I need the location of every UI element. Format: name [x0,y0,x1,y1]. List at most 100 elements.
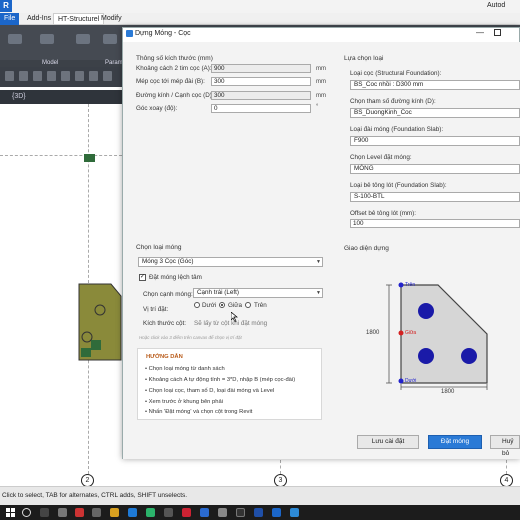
unit-label: mm [316,66,326,72]
tool-icon[interactable] [33,71,42,81]
rotation-input[interactable]: 0 [211,104,311,113]
tool-icon[interactable] [19,71,28,81]
tool-icon[interactable] [103,71,112,81]
app-icon[interactable] [128,508,137,517]
place-foundation-button[interactable]: Đặt móng [428,435,482,449]
lean-concrete-select[interactable]: S-100-BTL [350,192,520,202]
pile-type-select[interactable]: BS_Coc nhồi : D300 mm [350,80,520,90]
edge-b-input[interactable]: 300 [211,77,311,86]
radio-middle[interactable] [219,302,225,308]
diameter-d-input[interactable]: 300 [211,91,311,100]
save-settings-button[interactable]: Lưu cài đặt [357,435,419,449]
search-icon[interactable] [22,508,31,517]
param-label: Đường kính / Cạnh cọc (D): [136,92,214,99]
select-section-title: Lựa chọn loại [344,55,384,62]
dialog-title: Dựng Móng - Cọc [135,30,191,37]
slab-type-select[interactable]: F900 [350,136,520,146]
canvas-hint: Hoặc click vào 3 điểm trên canvas để chọ… [139,335,242,340]
menu-modify[interactable]: Modify [97,13,126,25]
dim-bottom-label: 1800 [441,389,455,395]
cancel-button[interactable]: Huỷ bỏ [490,435,520,457]
tool-icon[interactable] [75,71,84,81]
field-label: Loại bê tông lót (Foundation Slab): [350,182,447,189]
radio-top-label: Trên [254,302,267,309]
column-element[interactable] [84,154,95,162]
app-icon[interactable] [200,508,209,517]
grid-line [506,460,507,474]
revit-logo[interactable]: R [0,0,12,12]
foundation-section-title: Chọn loại móng [136,244,182,251]
app-icon[interactable] [290,508,299,517]
panel-model-label: Model [42,60,59,66]
guide-item: • Chọn loại cọc, tham số D, loại đài món… [145,388,275,394]
grid-line [280,460,281,474]
chevron-down-icon[interactable]: ▼ [316,290,321,296]
column-size-label: Kích thước cột: [143,320,186,327]
guide-item: • Chọn loại móng từ danh sách [145,366,225,372]
tool-icon[interactable] [89,71,98,81]
field-label: Loại đài móng (Foundation Slab): [350,126,444,133]
ribbon-tool-icon[interactable] [40,34,54,44]
maximize-icon[interactable] [494,29,501,36]
guide-title: HƯỚNG DẪN [146,354,183,360]
field-label: Offset bê tông lót (mm): [350,210,417,217]
position-label: Vị trí đặt: [143,306,169,313]
taskview-icon[interactable] [40,508,49,517]
foundation-type-select[interactable]: Móng 3 Cọc (Góc) [138,257,323,267]
revit-app-icon[interactable] [272,508,281,517]
edge-select[interactable]: Cạnh trái (Left) [193,288,323,298]
menu-addins[interactable]: Add-Ins [23,13,55,25]
field-label: Chọn tham số đường kính (D): [350,98,436,105]
radio-middle-label: Giữa [228,302,243,309]
diameter-param-select[interactable]: BS_DuongKinh_Coc [350,108,520,118]
ribbon-tool-icon[interactable] [76,34,90,44]
marker-bottom-label: Dưới [405,378,417,384]
foundation-preview[interactable] [350,272,520,402]
marker-top-label: Trên [405,282,416,288]
guide-item: • Nhấn 'Đặt móng' và chọn cột trong Revi… [145,409,253,415]
unit-label: mm [316,79,326,85]
radio-below[interactable] [194,302,200,308]
app-icon[interactable] [164,508,173,517]
dialog-app-icon [126,30,133,37]
chevron-down-icon[interactable]: ▼ [316,259,321,265]
offset-input[interactable]: 100 [350,219,520,228]
level-select[interactable]: MÓNG [350,164,520,174]
grid-line [0,155,122,156]
preview-section-title: Giao diện dựng [344,245,389,252]
param-label: Mép cọc tới mép đài (B): [136,78,205,85]
app-icon[interactable] [218,508,227,517]
tool-icon[interactable] [61,71,70,81]
field-label: Chọn Level đặt móng: [350,154,412,161]
app-icon[interactable] [92,508,101,517]
minimize-icon[interactable]: — [476,28,484,37]
marker-mid-label: Giữa [405,330,417,336]
offset-checkbox-label: Đặt móng lệch tâm [149,274,202,281]
field-label: Loại cọc (Structural Foundation): [350,70,442,77]
spacing-a-input[interactable]: 900 [211,64,311,73]
app-icon[interactable] [182,508,191,517]
revit-title: Autod [487,2,506,9]
params-section-title: Thông số kích thước (mm) [136,55,213,62]
tool-icon[interactable] [5,71,14,81]
browser-icon[interactable] [146,508,155,517]
ribbon-tool-icon[interactable] [103,34,117,44]
radio-top[interactable] [245,302,251,308]
menu-file[interactable]: File [0,13,20,25]
app-icon[interactable] [58,508,67,517]
folder-icon[interactable] [110,508,119,517]
ribbon-tool-icon[interactable] [8,34,22,44]
app-icon[interactable] [75,508,84,517]
window-controls: — [476,28,520,39]
revit-titlebar [0,0,520,13]
unit-label: mm [316,93,326,99]
footing-3d-element[interactable] [77,282,123,362]
windows-start-icon[interactable] [6,508,15,517]
offset-checkbox[interactable]: ✓ [139,274,146,281]
app-icon[interactable] [254,508,263,517]
app-icon[interactable] [236,508,245,517]
param-label: Góc xoay (độ): [136,105,178,112]
radio-below-label: Dưới [202,302,217,309]
tool-icon[interactable] [47,71,56,81]
tab-3d-view[interactable]: {3D} [12,93,26,100]
